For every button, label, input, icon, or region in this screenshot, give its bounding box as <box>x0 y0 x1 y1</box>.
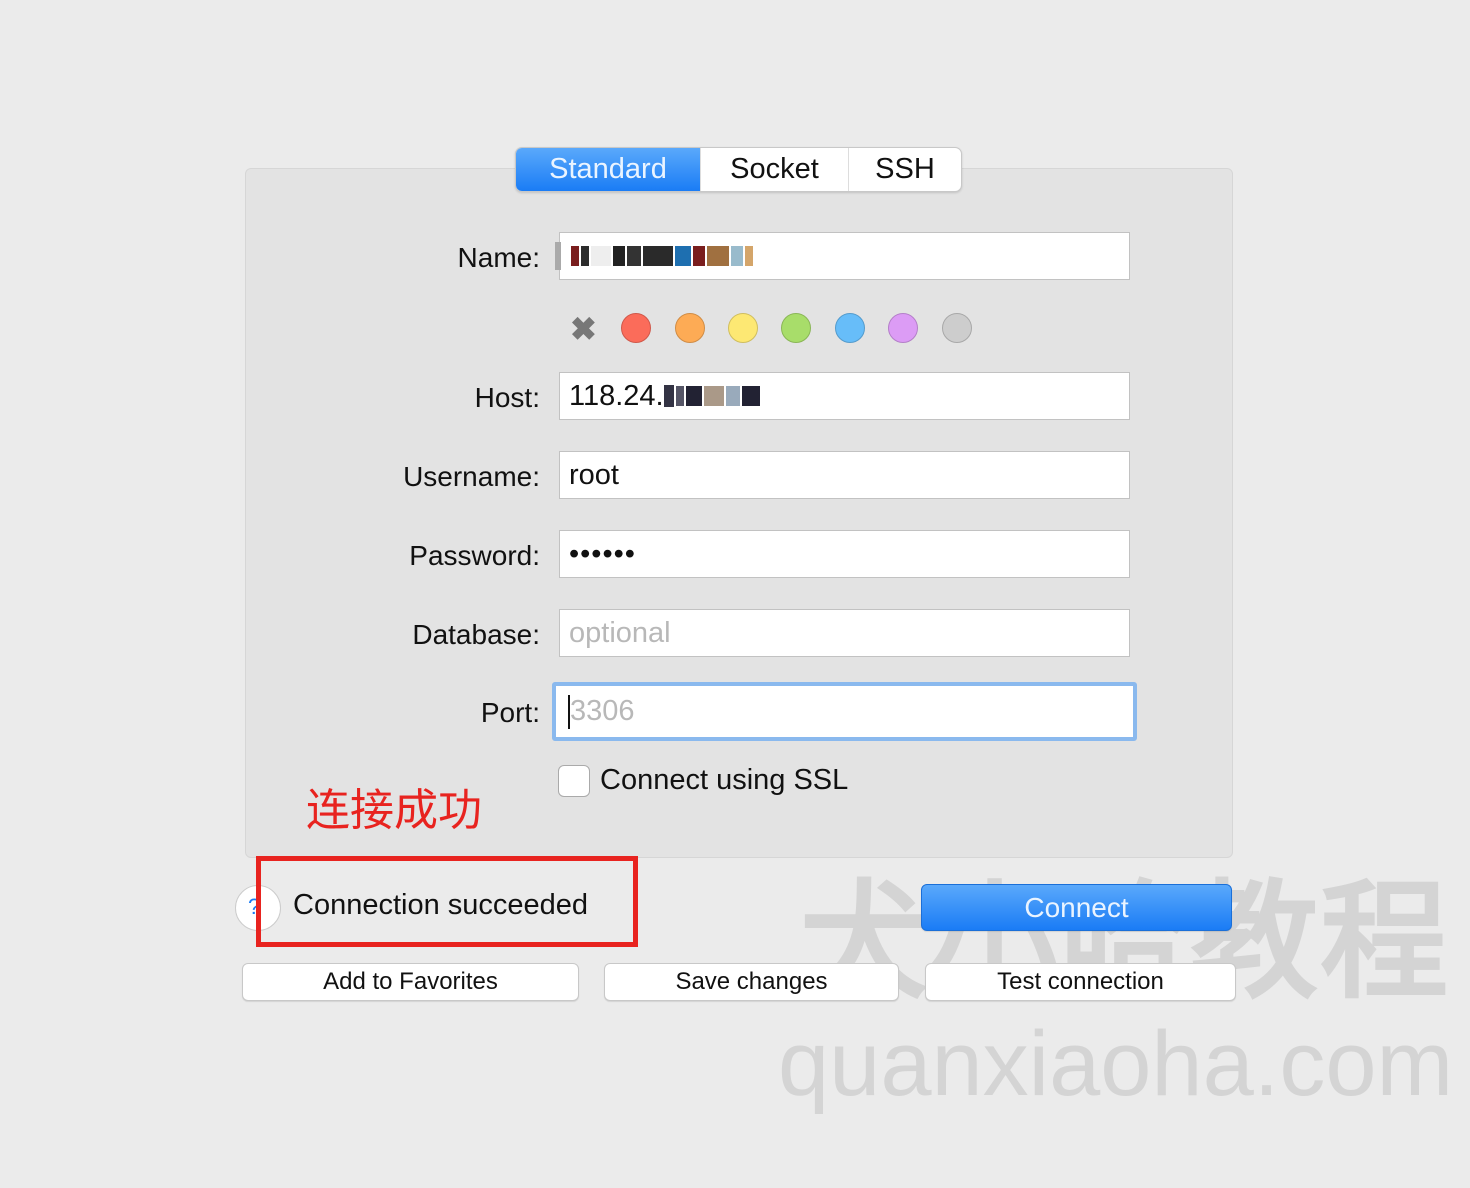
port-input[interactable]: 3306 <box>552 682 1137 741</box>
database-input[interactable]: optional <box>559 609 1130 657</box>
port-label: Port: <box>480 697 540 728</box>
name-input[interactable] <box>555 232 1130 280</box>
status-text: Connection succeeded <box>293 889 589 921</box>
color-blue[interactable] <box>835 313 865 343</box>
database-label: Database: <box>412 619 540 650</box>
color-yellow[interactable] <box>728 313 758 343</box>
port-placeholder: 3306 <box>570 695 635 727</box>
ssl-checkbox[interactable] <box>558 765 590 797</box>
host-label: Host: <box>474 382 540 413</box>
tab-socket[interactable]: Socket <box>701 148 849 191</box>
password-input[interactable]: •••••• <box>559 530 1130 578</box>
host-value: 118.24. <box>569 379 664 412</box>
watermark-url: quanxiaoha.com <box>778 1013 1454 1115</box>
color-red[interactable] <box>621 313 651 343</box>
connection-type-tabs: Standard Socket SSH <box>515 147 962 192</box>
color-orange[interactable] <box>675 313 705 343</box>
connect-button[interactable]: Connect <box>921 884 1232 931</box>
annotation-text: 连接成功 <box>306 786 482 835</box>
save-changes-button[interactable]: Save changes <box>604 963 899 1001</box>
color-purple[interactable] <box>888 313 918 343</box>
name-label: Name: <box>457 242 540 273</box>
test-connection-button[interactable]: Test connection <box>925 963 1236 1001</box>
host-input[interactable]: 118.24. <box>559 372 1130 420</box>
username-input[interactable]: root <box>559 451 1130 499</box>
add-to-favorites-button[interactable]: Add to Favorites <box>242 963 579 1001</box>
tab-standard[interactable]: Standard <box>516 148 701 191</box>
color-gray[interactable] <box>942 313 972 343</box>
ssl-label: Connect using SSL <box>600 764 849 796</box>
tab-ssh[interactable]: SSH <box>849 148 961 191</box>
pixelated-name <box>555 242 561 270</box>
color-green[interactable] <box>781 313 811 343</box>
username-label: Username: <box>403 461 540 492</box>
clear-color-icon[interactable]: ✖ <box>570 310 597 348</box>
password-label: Password: <box>409 540 540 571</box>
